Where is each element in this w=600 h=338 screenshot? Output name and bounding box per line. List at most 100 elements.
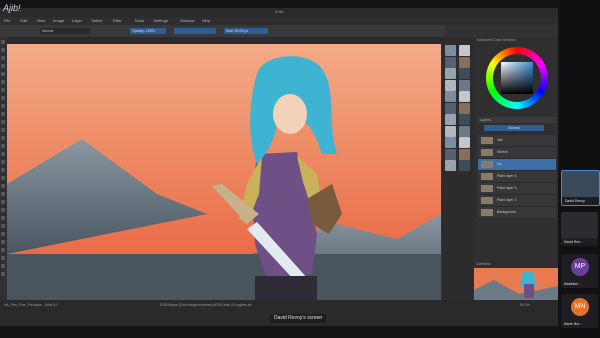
layer-name: Background [497,210,516,214]
brush-preset-icon[interactable] [445,102,456,114]
brush-preset-icon[interactable] [459,79,470,91]
status-zoom[interactable]: 50.0% [520,303,530,307]
layer-name: Sketch [497,150,508,154]
brush-preset-icon[interactable] [445,160,456,171]
tool-icon[interactable] [1,120,5,124]
tool-icon[interactable] [1,72,5,76]
tool-icon[interactable] [1,272,5,276]
tool-icon[interactable] [1,64,5,68]
layer-row[interactable]: Background [478,207,556,219]
brush-preset-icon[interactable] [459,137,470,148]
blend-mode-select[interactable]: Normal [484,125,544,131]
tool-icon[interactable] [1,128,5,132]
brush-preset-icon[interactable] [445,56,456,68]
brush-preset-icon[interactable] [459,160,470,171]
layer-row[interactable]: Ink [478,159,556,171]
menu-item[interactable]: Select [91,18,102,23]
tool-icon[interactable] [1,104,5,108]
participant-tile-marie[interactable]: MN Marie Nor... [561,294,598,328]
brush-preset-icon[interactable] [459,102,470,114]
menu-item[interactable]: File [4,18,10,23]
layers-title: Layers [478,117,556,123]
tool-icon[interactable] [1,88,5,92]
drawing-canvas[interactable] [7,44,441,300]
size-slider[interactable]: Size: 60.00 px [224,28,268,34]
menu-item[interactable]: Image [53,18,64,23]
tool-icon[interactable] [1,248,5,252]
tool-icon[interactable] [1,96,5,100]
tool-icon[interactable] [1,208,5,212]
participant-avatar: MP [571,258,589,276]
tool-icon[interactable] [1,184,5,188]
tool-icon[interactable] [1,264,5,268]
color-wheel[interactable] [486,47,548,109]
brush-preset-icon[interactable] [459,56,470,68]
menu-item[interactable]: Edit [20,18,27,23]
tool-icon[interactable] [1,176,5,180]
menu-bar: File Edit View Image Layer Select Filter Tools S… [0,17,558,25]
brush-preset-icon[interactable] [459,68,470,79]
menu-item[interactable]: Settings [153,18,167,23]
tool-icon[interactable] [1,192,5,196]
brush-preset-icon[interactable] [445,91,456,102]
layer-name: Paint layer 4 [497,174,517,178]
tool-icon[interactable] [1,232,5,236]
tool-icon[interactable] [1,40,5,44]
brush-preset-icon[interactable] [445,45,456,56]
menu-item[interactable]: Window [180,18,194,23]
tool-icon[interactable] [1,216,5,220]
participant-video [562,171,599,197]
menu-item[interactable]: Layer [72,18,82,23]
tool-icon[interactable] [1,168,5,172]
tool-icon[interactable] [1,160,5,164]
tool-icon[interactable] [1,136,5,140]
tool-icon[interactable] [1,112,5,116]
brush-preset-icon[interactable] [459,114,470,125]
brush-preset-icon[interactable] [445,125,456,137]
participant-tile-screen[interactable]: David Rev... [561,212,598,246]
brush-preset-icon[interactable] [445,79,456,91]
brush-preset-icon[interactable] [459,125,470,137]
tool-icon[interactable] [1,144,5,148]
tool-icon[interactable] [1,56,5,60]
brush-preset-icon[interactable] [459,148,470,160]
menu-item[interactable]: Filter [113,18,122,23]
overview-panel[interactable]: Overview [474,262,558,302]
tool-icon[interactable] [1,240,5,244]
brush-preset-icon[interactable] [445,148,456,160]
brush-preset-icon[interactable] [459,91,470,102]
toolbox [0,37,7,299]
opacity-slider-2[interactable] [174,28,216,34]
layer-thumbnail [481,161,493,168]
document-tabs [7,37,445,44]
tool-icon[interactable] [1,80,5,84]
layer-row[interactable]: Hat [478,135,556,147]
layer-row[interactable]: Paint layer 2 [478,195,556,207]
brush-preset-icon[interactable] [445,114,456,125]
status-left: Ink_Pen_Fine_Precision - Krita 5.2 [4,303,59,307]
menu-item[interactable]: Tools [134,18,143,23]
participant-name: David Rev... [564,240,583,244]
brush-preset-icon[interactable] [459,45,470,56]
participant-tile-david-revoy[interactable]: David Revoy [561,170,600,206]
layer-row[interactable]: Paint layer 4 [478,171,556,183]
opacity-slider[interactable]: Opacity: 100% [130,28,166,34]
tool-icon[interactable] [1,256,5,260]
overview-thumbnail [474,268,558,302]
participant-avatar: MN [571,298,589,316]
meeting-stage: Krita File Edit View Image Layer Select Filter… [0,0,560,338]
tool-icon[interactable] [1,152,5,156]
brush-preset-icon[interactable] [445,137,456,148]
layer-name: Paint layer 3 [497,186,517,190]
menu-item[interactable]: View [37,18,46,23]
menu-item[interactable]: Help [202,18,210,23]
color-square[interactable] [501,62,533,94]
tool-icon[interactable] [1,224,5,228]
brush-preset-select[interactable]: Normal [40,28,90,34]
layer-row[interactable]: Sketch [478,147,556,159]
brush-preset-icon[interactable] [445,68,456,79]
tool-icon[interactable] [1,200,5,204]
layer-row[interactable]: Paint layer 3 [478,183,556,195]
tool-icon[interactable] [1,48,5,52]
participant-tile-madeline[interactable]: MP Madeline ... [561,254,598,288]
